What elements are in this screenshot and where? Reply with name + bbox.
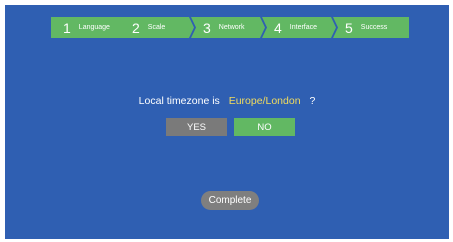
yes-button[interactable]: YES xyxy=(166,118,227,136)
question-mark: ? xyxy=(309,95,316,107)
step-scale: 2 Scale xyxy=(120,17,194,38)
step-label: Scale xyxy=(147,24,166,31)
timezone-question: Local timezone is Europe/London ? xyxy=(5,95,449,107)
step-number: 2 xyxy=(132,19,140,36)
setup-screen: 1 Language 2 Scale 3 Network 4 Interface… xyxy=(5,5,449,239)
step-language: 1 Language xyxy=(51,17,127,38)
step-network: 3 Network xyxy=(191,17,265,38)
step-interface: 4 Interface xyxy=(262,17,336,38)
timezone-prompt-text: Local timezone is xyxy=(138,95,220,107)
step-label: Language xyxy=(78,24,110,31)
complete-button[interactable]: Complete xyxy=(201,191,259,210)
setup-stepper: 1 Language 2 Scale 3 Network 4 Interface… xyxy=(51,17,409,38)
step-number: 3 xyxy=(203,19,211,36)
no-button[interactable]: NO xyxy=(234,118,295,136)
step-success: 5 Success xyxy=(333,17,409,38)
timezone-value: Europe/London xyxy=(228,95,301,107)
step-number: 1 xyxy=(63,19,71,36)
step-label: Network xyxy=(218,24,245,31)
step-number: 5 xyxy=(345,19,353,36)
step-label: Interface xyxy=(289,24,318,31)
step-label: Success xyxy=(360,24,388,31)
step-number: 4 xyxy=(274,19,282,36)
